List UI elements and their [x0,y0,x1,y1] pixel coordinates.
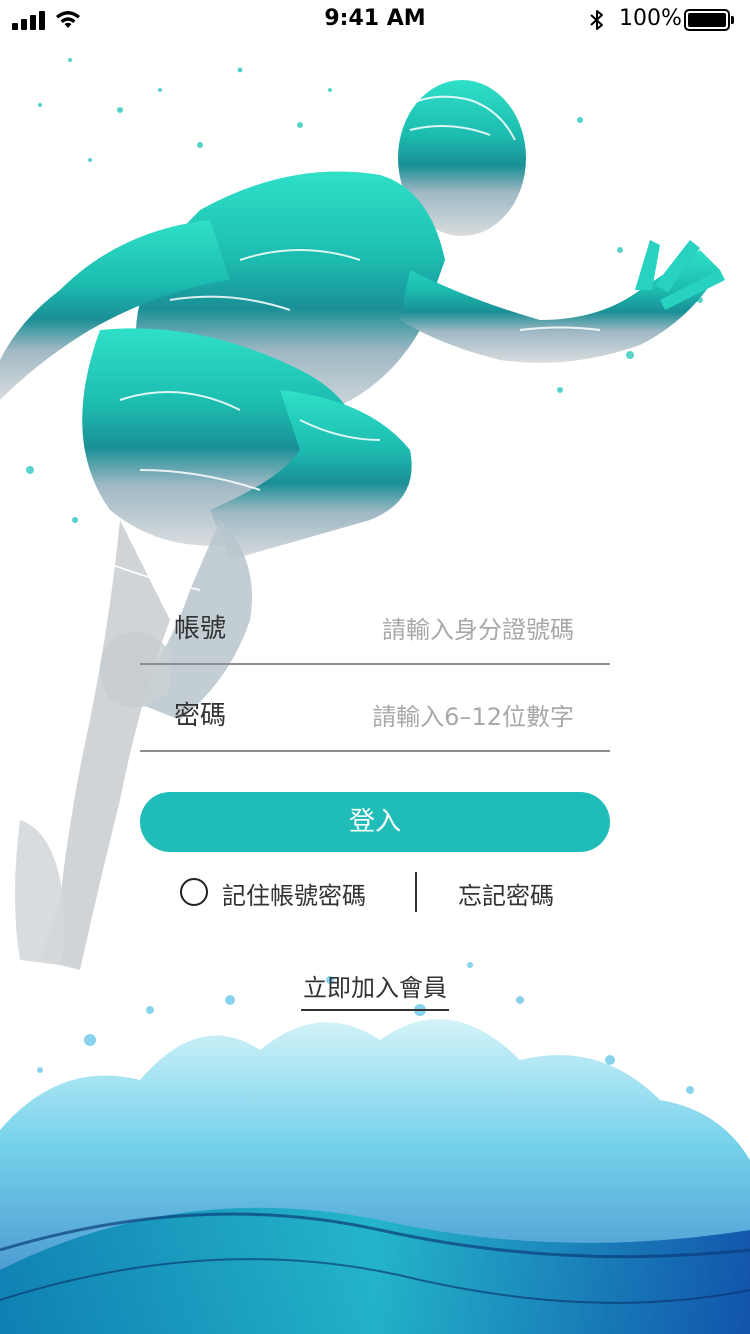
battery-percent: 100% [619,6,682,31]
bluetooth-icon [590,10,603,30]
account-field: 帳號 [140,573,610,665]
remember-label[interactable]: 記住帳號密碼 [222,876,366,911]
password-label: 密碼 [174,701,227,731]
account-input[interactable] [272,609,576,651]
password-input[interactable] [272,696,576,738]
bottom-splash [0,962,750,1334]
join-member-link[interactable]: 立即加入會員 [301,968,449,1011]
join-member-container: 立即加入會員 [0,968,750,1011]
battery-icon [684,9,734,31]
account-label: 帳號 [174,614,227,644]
forgot-password-link[interactable]: 忘記密碼 [458,876,554,911]
status-bar: 9:41 AM 100% [0,0,750,40]
password-field: 密碼 [140,660,610,752]
login-button[interactable]: 登入 [140,792,610,852]
divider [415,872,417,912]
remember-radio[interactable] [180,878,208,906]
login-options: 記住帳號密碼 忘記密碼 [0,872,750,916]
